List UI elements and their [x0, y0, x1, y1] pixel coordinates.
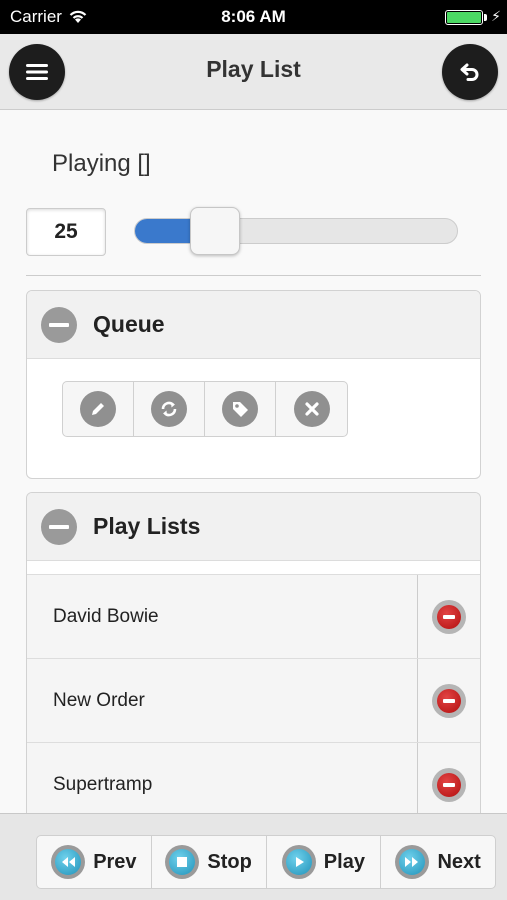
now-playing-label: Playing [] — [52, 150, 151, 177]
refresh-icon — [161, 401, 177, 417]
list-item[interactable]: Supertramp — [27, 742, 480, 822]
undo-arrow-icon — [460, 63, 479, 81]
volume-slider-track[interactable] — [134, 218, 458, 244]
pencil-icon — [92, 403, 104, 415]
page-title: Play List — [206, 56, 301, 82]
header-bar: Play List — [0, 34, 507, 110]
edit-queue-button[interactable] — [63, 382, 134, 436]
play-icon — [295, 857, 304, 867]
back-button[interactable] — [442, 44, 498, 100]
remove-minus-icon — [437, 604, 461, 629]
volume-value-field[interactable]: 25 — [26, 208, 106, 256]
delete-x-icon — [304, 402, 319, 416]
delete-playlist-button[interactable] — [417, 659, 480, 742]
prev-label: Prev — [93, 850, 137, 873]
play-lists-panel: Play Lists David Bowie New Order Supertr… — [26, 492, 481, 822]
delete-playlist-button[interactable] — [417, 743, 480, 822]
next-button[interactable]: Next — [381, 836, 495, 888]
play-lists-panel-header[interactable]: Play Lists — [27, 493, 480, 561]
queue-title: Queue — [93, 311, 165, 337]
fast-forward-icon — [405, 857, 419, 867]
queue-panel-header[interactable]: Queue — [27, 291, 480, 359]
stop-button[interactable]: Stop — [152, 836, 267, 888]
list-item[interactable]: New Order — [27, 658, 480, 742]
clear-queue-button[interactable] — [276, 382, 347, 436]
footer-bar: Prev Stop Play Next — [0, 813, 507, 900]
remove-minus-icon — [437, 688, 461, 713]
status-bar: Carrier 8:06 AM ⚡︎ — [0, 0, 507, 34]
remove-minus-icon — [437, 772, 461, 797]
playlist-name[interactable]: Supertramp — [27, 743, 417, 822]
play-lists-title: Play Lists — [93, 513, 201, 539]
transport-controls: Prev Stop Play Next — [36, 835, 496, 889]
playlist-name[interactable]: David Bowie — [27, 575, 417, 658]
prev-button[interactable]: Prev — [37, 836, 152, 888]
next-label: Next — [437, 850, 481, 873]
playlist-name[interactable]: New Order — [27, 659, 417, 742]
battery-cap — [484, 14, 487, 21]
battery-icon — [445, 10, 483, 25]
refresh-queue-button[interactable] — [134, 382, 205, 436]
collapse-minus-icon — [41, 306, 77, 343]
delete-playlist-button[interactable] — [417, 575, 480, 658]
stop-label: Stop — [207, 850, 252, 873]
collapse-minus-icon — [41, 508, 77, 545]
charging-bolt-icon: ⚡︎ — [491, 8, 501, 24]
tag-queue-button[interactable] — [205, 382, 276, 436]
stop-icon — [177, 857, 188, 867]
divider — [26, 275, 481, 276]
queue-toolbar — [62, 381, 348, 437]
clock: 8:06 AM — [221, 7, 286, 26]
list-item[interactable]: David Bowie — [27, 574, 480, 658]
play-list-list: David Bowie New Order Supertramp — [27, 574, 480, 822]
play-label: Play — [323, 850, 365, 873]
rewind-icon — [62, 857, 76, 867]
tag-icon — [233, 402, 248, 417]
play-button[interactable]: Play — [267, 836, 382, 888]
volume-slider-handle[interactable] — [190, 207, 240, 255]
queue-panel: Queue — [26, 290, 481, 479]
